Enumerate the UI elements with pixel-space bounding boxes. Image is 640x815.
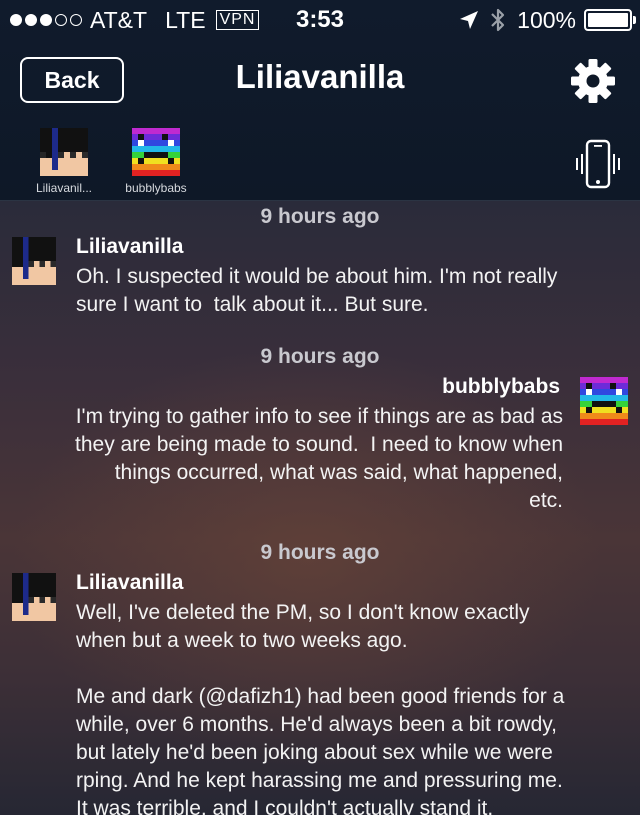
participant-name: bubblybabs bbox=[125, 181, 187, 195]
rainbow-avatar bbox=[132, 128, 180, 176]
dark-hair-avatar bbox=[12, 237, 56, 285]
dark-hair-avatar bbox=[12, 573, 56, 621]
status-bar: AT&T LTE VPN 3:53 100% bbox=[0, 0, 640, 40]
vibrate-phone-icon[interactable] bbox=[574, 138, 622, 190]
message-author: Liliavanilla bbox=[76, 571, 184, 594]
message-timestamp: 9 hours ago bbox=[260, 541, 380, 564]
rainbow-avatar bbox=[580, 377, 628, 425]
dark-hair-avatar bbox=[40, 128, 88, 176]
page-title: Liliavanilla bbox=[235, 58, 405, 95]
participant-name: Liliavanil... bbox=[35, 181, 93, 195]
message-list[interactable]: 9 hours ago Liliavanilla Oh. I suspected… bbox=[0, 200, 640, 815]
nav-bar: Back Liliavanilla bbox=[0, 50, 640, 112]
battery-icon bbox=[584, 9, 636, 31]
participants-bar: Liliavanil... bubblybabs bbox=[0, 128, 640, 200]
message-timestamp: 9 hours ago bbox=[260, 345, 380, 368]
location-arrow-icon bbox=[460, 11, 479, 29]
message-timestamp: 9 hours ago bbox=[260, 205, 380, 228]
header: AT&T LTE VPN 3:53 100% Back Liliavanilla bbox=[0, 0, 640, 200]
message-author: bubblybabs bbox=[442, 375, 560, 398]
message-text: Oh. I suspected it would be about him. I… bbox=[76, 265, 558, 316]
message-text: Well, I've deleted the PM, so I don't kn… bbox=[76, 601, 565, 815]
participant-bubblybabs[interactable]: bubblybabs bbox=[111, 128, 201, 195]
participant-liliavanilla[interactable]: Liliavanil... bbox=[19, 128, 109, 195]
gear-icon[interactable] bbox=[570, 58, 616, 104]
bluetooth-icon bbox=[491, 8, 505, 32]
battery-percent: 100% bbox=[517, 7, 576, 33]
message-text: I'm trying to gather info to see if thin… bbox=[75, 405, 563, 512]
message-author: Liliavanilla bbox=[76, 235, 184, 258]
